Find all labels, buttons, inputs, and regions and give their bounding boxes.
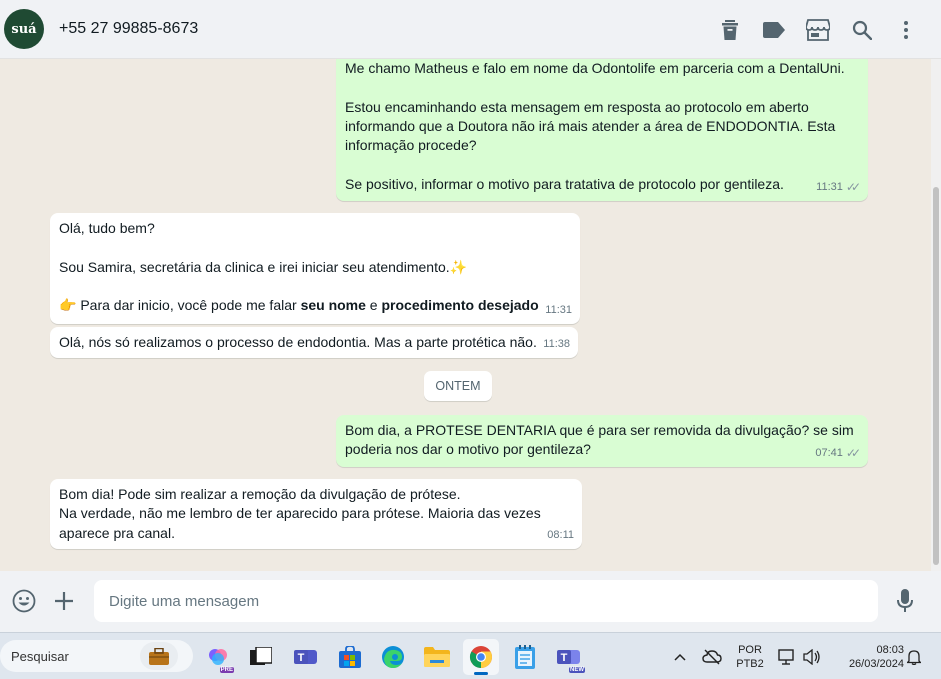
read-ticks-icon: ✓✓ [845, 179, 861, 194]
message-text-line: Na verdade, não me lembro de ter apareci… [59, 505, 541, 522]
sparkles-emoji-icon: ✨ [449, 258, 468, 275]
message-composer [0, 571, 941, 632]
active-app-indicator [474, 672, 488, 675]
message-text-line: aparece pra canal. [59, 524, 175, 541]
message-text-line: Me chamo Matheus e falo em nome da Odont… [345, 60, 845, 76]
chat-header: suá +55 27 99885-8673 [0, 0, 941, 59]
read-ticks-icon: ✓✓ [845, 445, 861, 460]
incoming-message[interactable]: Bom dia! Pode sim realizar a remoção da … [50, 479, 582, 549]
message-text-line: Olá, tudo bem? [59, 220, 155, 236]
chrome-browser-icon[interactable] [463, 639, 499, 675]
edge-browser-icon[interactable] [375, 639, 411, 675]
clock-time: 08:03 [876, 643, 904, 656]
taskbar-search-label: Pesquisar [11, 648, 69, 664]
message-text-line [345, 155, 859, 174]
file-explorer-icon[interactable] [419, 639, 455, 675]
emoji-icon[interactable] [4, 581, 44, 621]
message-text-line: Se positivo, informar o motivo para trat… [345, 175, 784, 192]
message-text-line: informando que a Doutora não irá mais at… [345, 117, 836, 134]
message-text-line: poderia nos dar o motivo por gentileza? [345, 441, 591, 458]
teams-new-icon[interactable]: T NEW [551, 639, 587, 675]
message-text-line [345, 78, 859, 97]
language-indicator[interactable]: POR PTB2 [731, 633, 769, 679]
message-time: 11:31 [545, 303, 572, 316]
language-code: POR [738, 643, 762, 656]
search-icon[interactable] [840, 8, 884, 52]
outgoing-message[interactable]: Me chamo Matheus e falo em nome da Odont… [336, 59, 868, 201]
copilot-pre-badge: PRE [219, 667, 234, 673]
message-time: 08:11 [547, 528, 574, 541]
message-bold-text: seu nome [300, 297, 366, 314]
message-text-line: 👉 Para dar inicio, você pode me falar se… [59, 296, 571, 315]
display-icon[interactable] [776, 633, 798, 679]
system-clock[interactable]: 08:03 26/03/2024 [832, 633, 904, 679]
store-icon[interactable] [796, 8, 840, 52]
message-meta: 11:31 ✓✓ [816, 178, 861, 197]
outgoing-message[interactable]: Bom dia, a PROTESE DENTARIA que é para s… [336, 415, 868, 467]
taskbar-search[interactable]: Pesquisar [0, 640, 193, 672]
keyboard-layout: PTB2 [736, 657, 764, 670]
chat-scrollbar[interactable] [931, 59, 941, 571]
message-meta: 11:38 [543, 335, 570, 354]
message-meta: 11:31 [545, 301, 572, 320]
briefcase-icon [140, 642, 178, 670]
message-text: Sou Samira, secretária da clinica e irei… [59, 258, 450, 275]
header-actions [708, 0, 941, 59]
network-offline-icon[interactable] [698, 633, 726, 679]
notepad-icon[interactable] [507, 639, 543, 675]
volume-icon[interactable] [800, 633, 824, 679]
menu-icon[interactable] [884, 8, 928, 52]
copilot-app-icon[interactable]: PRE [200, 639, 236, 675]
pointing-hand-emoji-icon: 👉 [59, 297, 77, 314]
message-text: Para dar inicio, você pode me falar [76, 297, 301, 314]
message-time: 11:31 [816, 180, 843, 193]
message-time: 07:41 [815, 446, 843, 459]
message-text-line [59, 238, 571, 257]
notification-bell-icon[interactable] [904, 633, 924, 679]
message-time: 11:38 [543, 337, 570, 350]
contact-avatar[interactable]: suá [4, 9, 44, 49]
contact-name[interactable]: +55 27 99885-8673 [59, 20, 198, 38]
message-text-line: Bom dia, a PROTESE DENTARIA que é para s… [345, 422, 854, 438]
teams-new-badge: NEW [569, 667, 585, 673]
microphone-icon[interactable] [885, 581, 925, 621]
chat-panel[interactable]: Me chamo Matheus e falo em nome da Odont… [0, 59, 941, 571]
message-text-line [59, 277, 571, 296]
scrollbar-thumb[interactable] [933, 187, 939, 565]
svg-text:T: T [298, 652, 305, 664]
message-text: e [365, 297, 382, 314]
message-meta: 08:11 [547, 526, 574, 545]
message-text-line: Sou Samira, secretária da clinica e irei… [59, 258, 571, 277]
task-view-icon[interactable] [243, 639, 279, 675]
windows-taskbar: Pesquisar PRE T T NEW POR PTB2 08:03 26/… [0, 632, 941, 679]
message-text-line: Olá, nós só realizamos o processo de end… [59, 334, 537, 350]
message-text-line: informação procede? [345, 137, 477, 154]
message-input[interactable] [94, 580, 878, 622]
clock-date: 26/03/2024 [848, 657, 904, 670]
date-divider: ONTEM [424, 371, 492, 401]
incoming-message[interactable]: Olá, tudo bem? Sou Samira, secretária da… [50, 213, 580, 324]
message-text-line: Bom dia! Pode sim realizar a remoção da … [59, 486, 461, 502]
label-icon[interactable] [752, 8, 796, 52]
message-meta: 07:41 ✓✓ [815, 444, 861, 463]
chevron-up-icon[interactable] [668, 633, 692, 679]
delete-icon[interactable] [708, 8, 752, 52]
incoming-message[interactable]: Olá, nós só realizamos o processo de end… [50, 327, 578, 358]
message-bold-text: procedimento desejado [381, 297, 539, 314]
svg-text:T: T [561, 652, 568, 664]
plus-icon[interactable] [44, 581, 84, 621]
teams-classic-icon[interactable]: T [288, 639, 324, 675]
message-text-line: Estou encaminhando esta mensagem em resp… [345, 98, 809, 115]
microsoft-store-icon[interactable] [332, 639, 368, 675]
